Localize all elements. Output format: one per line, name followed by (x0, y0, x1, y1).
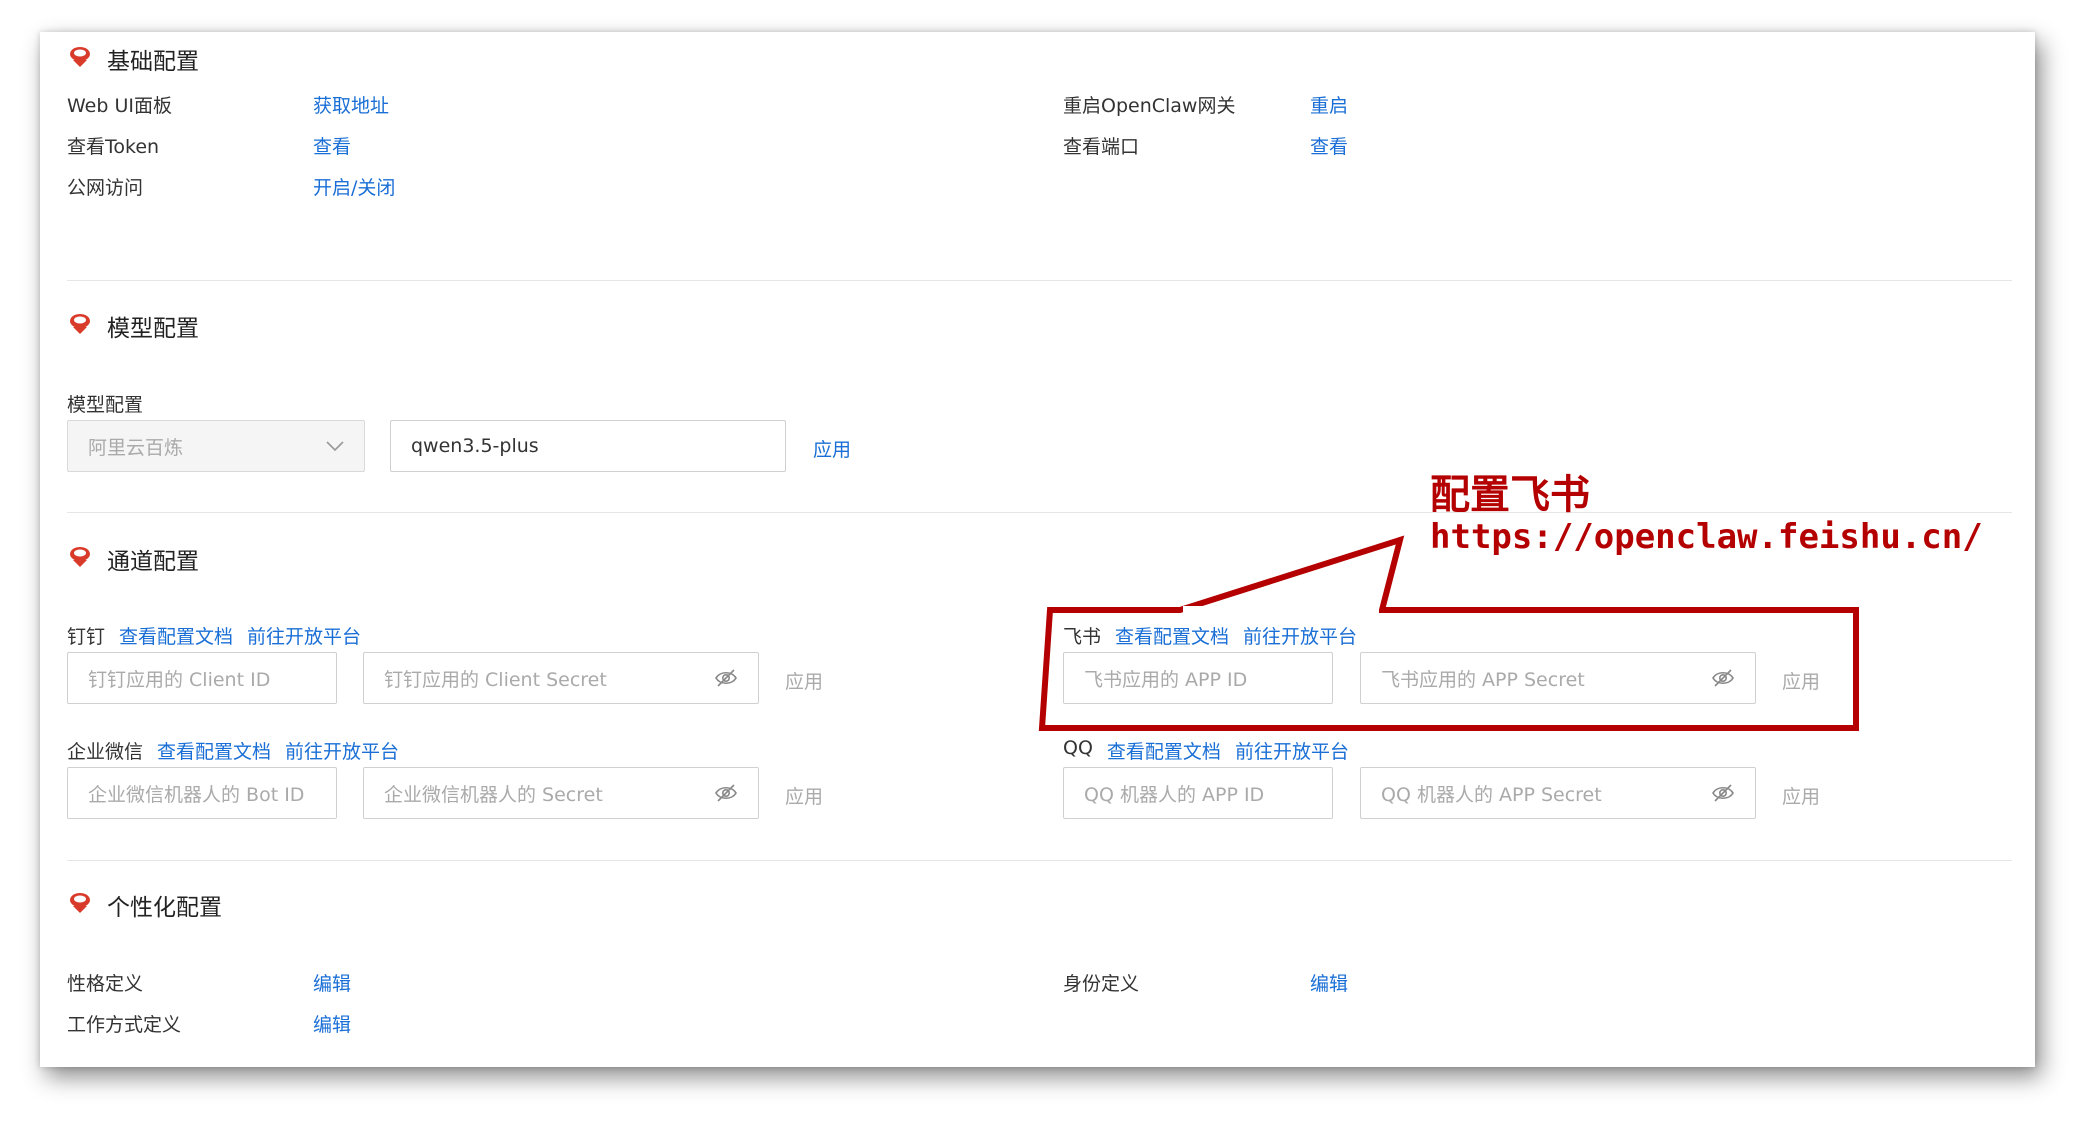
annotation-callout (1038, 535, 1859, 731)
callout-outline (1038, 535, 1859, 731)
annotation-url: https://openclaw.feishu.cn/ (1430, 517, 1983, 557)
annotation-title: 配置飞书 (1430, 472, 1590, 518)
